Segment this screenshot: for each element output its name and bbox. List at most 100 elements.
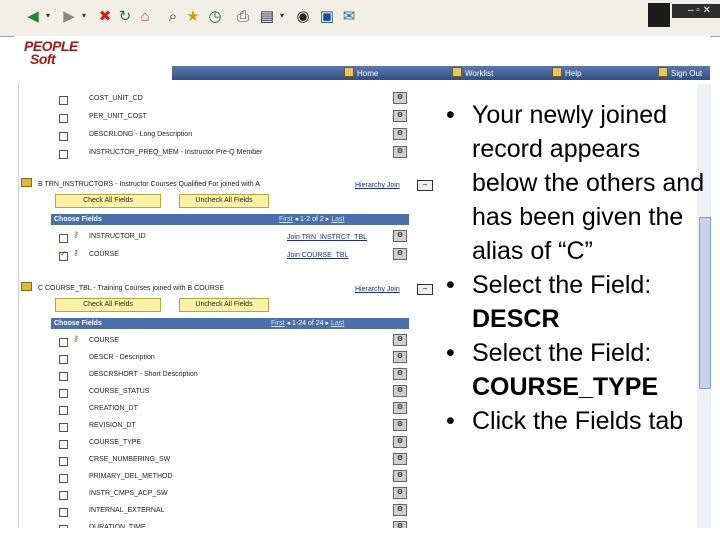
- hierarchy-icon[interactable]: ⚙: [393, 419, 407, 431]
- bullet-item: Select the Field: COURSE_TYPE: [446, 336, 706, 404]
- discuss-icon[interactable]: ◉: [294, 8, 312, 26]
- field-checkbox[interactable]: [59, 423, 68, 432]
- field-name: INTERNAL_EXTERNAL: [89, 507, 165, 514]
- forward-dropdown-icon[interactable]: ▾: [82, 11, 86, 20]
- nav-help[interactable]: Help: [552, 67, 581, 80]
- record-b-check-all-button[interactable]: Check All Fields: [55, 194, 161, 208]
- grid-last-link[interactable]: Last: [331, 216, 344, 223]
- search-icon[interactable]: ⌕: [164, 8, 182, 26]
- bullet-prefix: Select the Field:: [472, 339, 652, 367]
- field-checkbox[interactable]: [59, 474, 68, 483]
- field-name: DESCRLONG - Long Description: [89, 131, 193, 138]
- field-checkbox-checked[interactable]: [59, 249, 68, 261]
- join-link[interactable]: Join COURSE_TBL: [287, 252, 348, 259]
- hierarchy-icon[interactable]: ⚙: [393, 436, 407, 448]
- window-controls[interactable]: – ▫ ✕: [672, 4, 720, 18]
- browser-logo-icon: [648, 3, 670, 27]
- worklist-icon: [452, 67, 462, 77]
- nav-sign-out[interactable]: Sign Out: [658, 67, 702, 80]
- hierarchy-icon[interactable]: ⚙: [393, 230, 407, 242]
- hierarchy-icon[interactable]: ⚙: [393, 146, 407, 158]
- favorites-icon[interactable]: ★: [184, 8, 202, 26]
- edit-icon[interactable]: ▤: [258, 8, 276, 26]
- field-checkbox[interactable]: [59, 338, 68, 347]
- grid-range: 1-2 of 2: [300, 216, 324, 223]
- grid-last-link[interactable]: Last: [331, 320, 344, 327]
- history-icon[interactable]: ◷: [206, 8, 224, 26]
- hierarchy-icon[interactable]: ⚙: [393, 504, 407, 516]
- back-icon[interactable]: ◀: [24, 8, 42, 26]
- folder-icon[interactable]: [21, 178, 32, 187]
- field-checkbox[interactable]: [59, 491, 68, 500]
- hierarchy-icon[interactable]: ⚙: [393, 92, 407, 104]
- field-checkbox[interactable]: [59, 508, 68, 517]
- field-checkbox[interactable]: [59, 234, 68, 243]
- logo-line2: Soft: [30, 51, 56, 67]
- record-b-hierarchy-join-link[interactable]: Hierarchy Join: [355, 182, 400, 189]
- grid-first-link[interactable]: First: [271, 320, 285, 327]
- field-name: INSTR_CMPS_ACP_SW: [89, 490, 168, 497]
- nav-home[interactable]: Home: [344, 67, 378, 80]
- field-checkbox[interactable]: [59, 114, 68, 123]
- grid-range: 1-24 of 24: [292, 320, 324, 327]
- stop-icon[interactable]: ✖: [96, 8, 114, 26]
- field-checkbox[interactable]: [59, 406, 68, 415]
- forward-icon[interactable]: ▶: [60, 8, 78, 26]
- field-checkbox[interactable]: [59, 132, 68, 141]
- refresh-icon[interactable]: ↻: [116, 8, 134, 26]
- query-fields-panel: COST_UNIT_CD ⚙ PER_UNIT_COST ⚙ DESCRLONG…: [18, 84, 437, 528]
- bullet-bold: DESCR: [472, 305, 560, 333]
- record-c-label: C COURSE_TBL - Training Courses joined w…: [38, 285, 225, 292]
- field-checkbox[interactable]: [59, 355, 68, 364]
- hierarchy-icon[interactable]: ⚙: [393, 521, 407, 528]
- nav-worklist[interactable]: Worklist: [452, 67, 493, 80]
- grid-first-link[interactable]: First: [279, 216, 293, 223]
- record-b-uncheck-all-button[interactable]: Uncheck All Fields: [179, 194, 269, 208]
- record-c-hierarchy-join-link[interactable]: Hierarchy Join: [355, 286, 400, 293]
- hierarchy-icon[interactable]: ⚙: [393, 453, 407, 465]
- folder-icon[interactable]: [21, 282, 32, 291]
- field-name: COURSE: [89, 337, 119, 344]
- mail-icon[interactable]: ✉: [340, 8, 358, 26]
- record-b-header: B TRN_INSTRUCTORS - Instructor Courses Q…: [21, 178, 260, 192]
- hierarchy-icon[interactable]: ⚙: [393, 351, 407, 363]
- field-name: COST_UNIT_CD: [89, 95, 143, 102]
- field-name: DESCRSHORT - Short Description: [89, 371, 198, 378]
- record-c-collapse-button[interactable]: –: [417, 284, 433, 295]
- bullet-text: Click the Fields tab: [472, 407, 684, 435]
- hierarchy-icon[interactable]: ⚙: [393, 487, 407, 499]
- record-c-grid-title: Choose Fields: [54, 320, 102, 327]
- join-link[interactable]: Join TRN_INSTRCT_TBL: [287, 234, 367, 241]
- field-name: INSTRUCTOR_PREQ_MEM - Instructor Pre-Q M…: [89, 149, 263, 156]
- hierarchy-icon[interactable]: ⚙: [393, 110, 407, 122]
- nav-sign-out-label: Sign Out: [671, 69, 703, 78]
- home-icon[interactable]: ⌂: [136, 8, 154, 26]
- field-name: CREATION_DT: [89, 405, 138, 412]
- field-checkbox[interactable]: [59, 389, 68, 398]
- bullet-prefix: Select the Field:: [472, 271, 652, 299]
- field-checkbox[interactable]: [59, 96, 68, 105]
- hierarchy-icon[interactable]: ⚙: [393, 248, 407, 260]
- field-name: REVISION_DT: [89, 422, 136, 429]
- field-checkbox[interactable]: [59, 525, 68, 528]
- back-dropdown-icon[interactable]: ▾: [46, 11, 50, 20]
- record-c-check-all-button[interactable]: Check All Fields: [55, 298, 161, 312]
- field-checkbox[interactable]: [59, 150, 68, 159]
- edit-dropdown-icon[interactable]: ▾: [280, 11, 284, 20]
- help-icon: [552, 67, 562, 77]
- field-checkbox[interactable]: [59, 372, 68, 381]
- record-c-uncheck-all-button[interactable]: Uncheck All Fields: [179, 298, 269, 312]
- nav-help-label: Help: [565, 69, 582, 78]
- print-icon[interactable]: ⎙: [234, 8, 252, 26]
- hierarchy-icon[interactable]: ⚙: [393, 128, 407, 140]
- messenger-icon[interactable]: ▣: [318, 8, 336, 26]
- hierarchy-icon[interactable]: ⚙: [393, 470, 407, 482]
- record-b-collapse-button[interactable]: –: [417, 180, 433, 191]
- bullet-bold: COURSE_TYPE: [472, 373, 659, 401]
- hierarchy-icon[interactable]: ⚙: [393, 402, 407, 414]
- field-checkbox[interactable]: [59, 457, 68, 466]
- field-checkbox[interactable]: [59, 440, 68, 449]
- hierarchy-icon[interactable]: ⚙: [393, 385, 407, 397]
- hierarchy-icon[interactable]: ⚙: [393, 368, 407, 380]
- hierarchy-icon[interactable]: ⚙: [393, 334, 407, 346]
